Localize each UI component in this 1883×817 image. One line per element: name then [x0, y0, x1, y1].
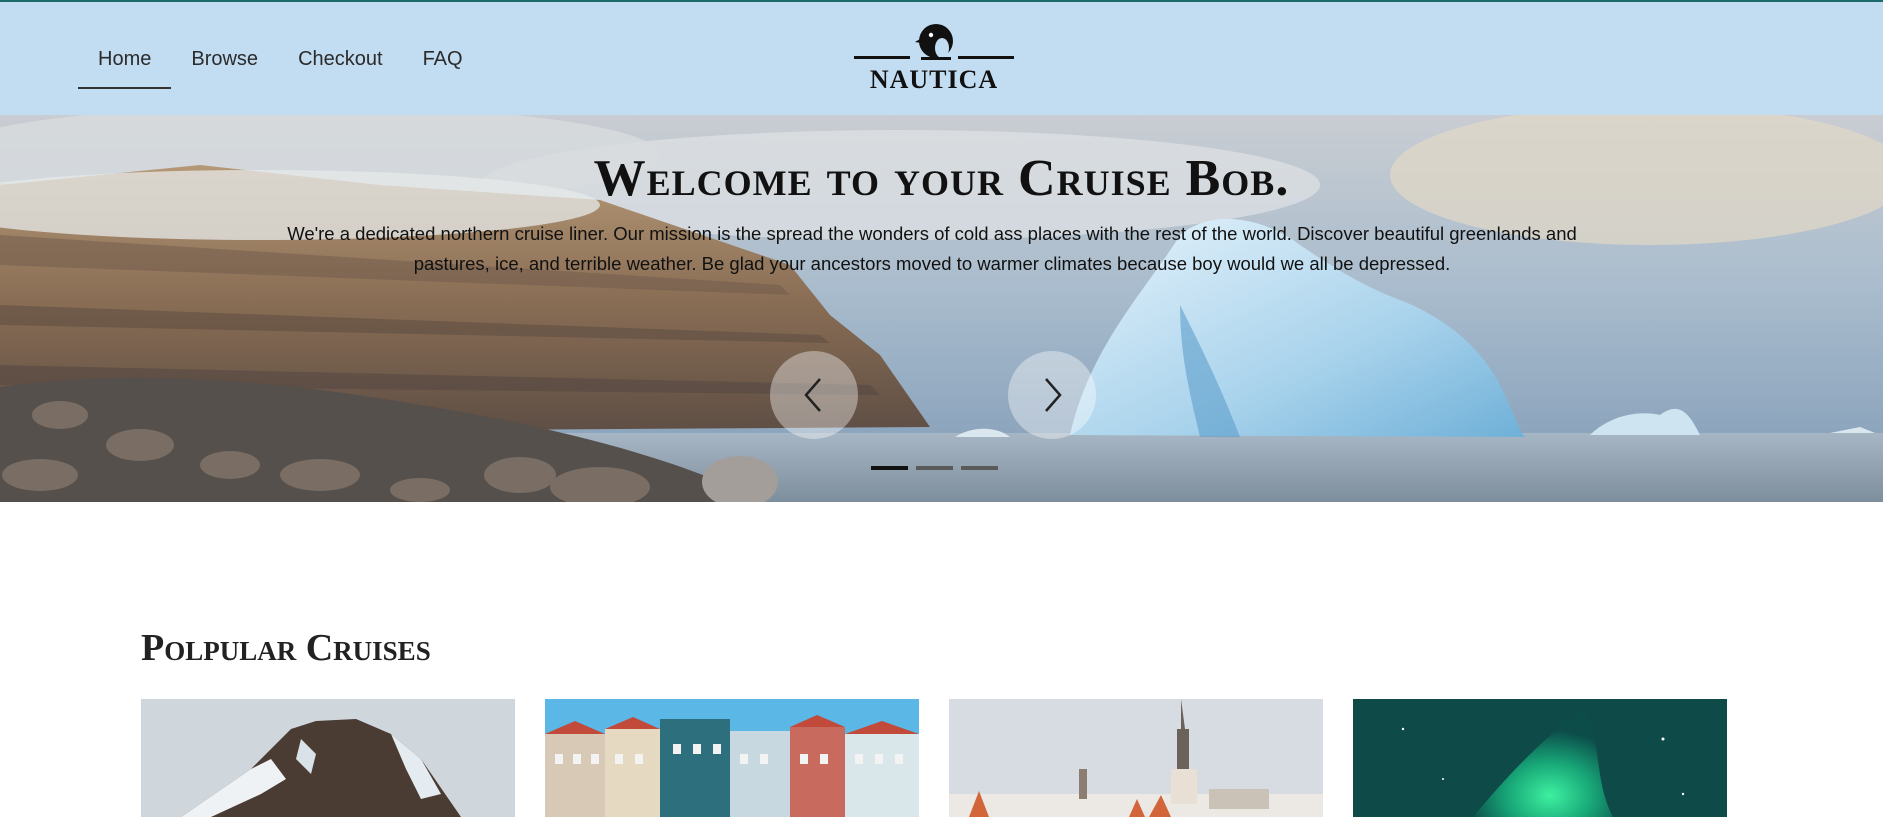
hero-description: We're a dedicated northern cruise liner.… — [287, 223, 1577, 274]
logo-left-bar — [854, 56, 910, 59]
nav-item-faq[interactable]: FAQ — [403, 40, 483, 89]
nautica-logo[interactable]: NAUTICA — [852, 20, 1016, 98]
hero-title: Welcome to your Cruise Bob. — [593, 150, 1290, 207]
logo-wordmark: NAUTICA — [869, 65, 999, 94]
chevron-left-icon — [804, 378, 821, 412]
hero-carousel: Welcome to your Cruise Bob. We're a dedi… — [0, 115, 1883, 502]
cruise-card[interactable] — [141, 699, 515, 817]
carousel-prev-button[interactable] — [770, 351, 858, 439]
chevron-right-icon — [1045, 378, 1062, 412]
old-town-spire-image — [949, 699, 1323, 817]
penguin-logo-icon — [915, 24, 953, 60]
carousel-indicator-1[interactable] — [871, 466, 908, 470]
main-nav: Home Browse Checkout FAQ — [78, 40, 483, 89]
carousel-indicators — [871, 466, 998, 470]
colorful-harbor-houses-image — [545, 699, 919, 817]
carousel-next-button[interactable] — [1008, 351, 1096, 439]
nav-item-checkout[interactable]: Checkout — [278, 40, 403, 89]
nav-item-browse[interactable]: Browse — [171, 40, 278, 89]
cruise-card[interactable] — [949, 699, 1323, 817]
northern-lights-image — [1353, 699, 1727, 817]
popular-cruises-list — [141, 699, 1727, 817]
nav-item-home[interactable]: Home — [78, 40, 172, 89]
cruise-card[interactable] — [1353, 699, 1727, 817]
carousel-indicator-3[interactable] — [961, 466, 998, 470]
logo-right-bar — [958, 56, 1014, 59]
carousel-indicator-2[interactable] — [916, 466, 953, 470]
site-header: Home Browse Checkout FAQ NAUTICA — [0, 2, 1883, 115]
popular-cruises-title: Polpular Cruises — [141, 627, 431, 669]
snowy-mountain-image — [141, 699, 515, 817]
cruise-card[interactable] — [545, 699, 919, 817]
